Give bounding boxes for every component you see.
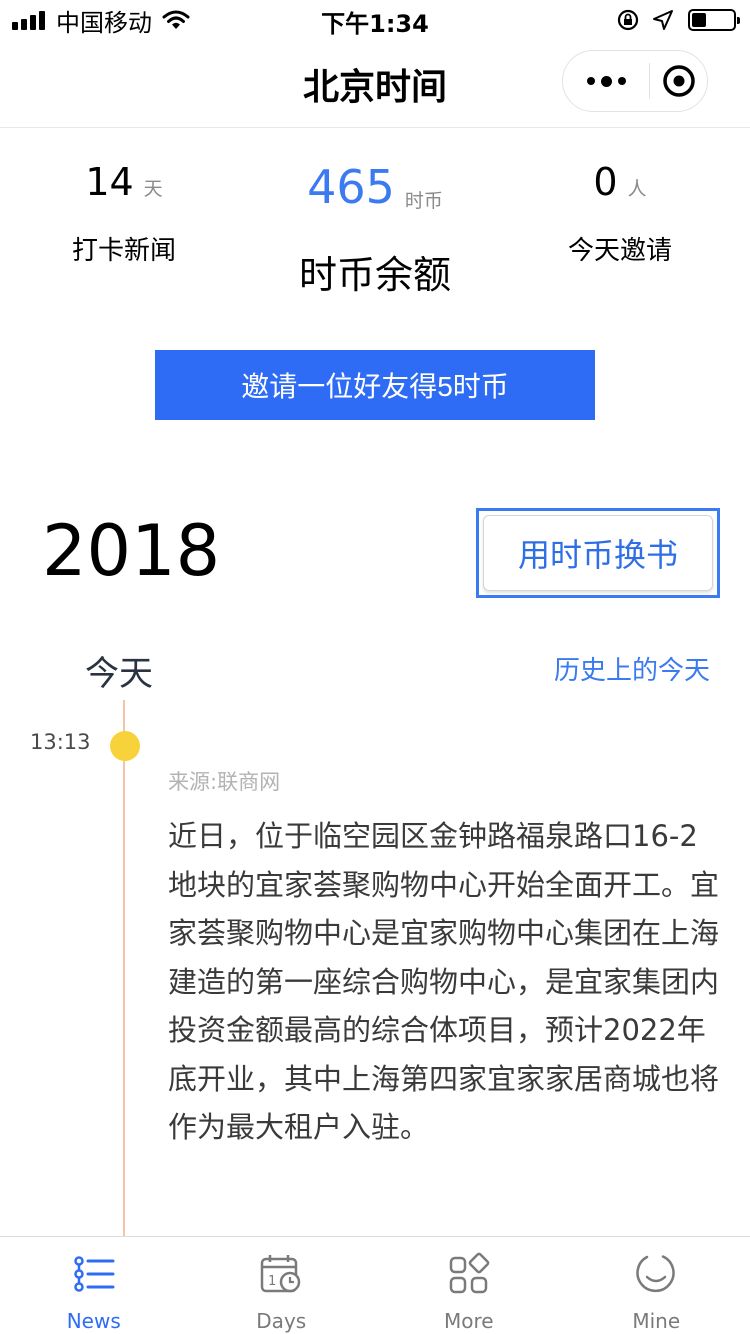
battery-level — [692, 13, 706, 27]
timeline-line — [123, 700, 125, 1240]
tab-more-label: More — [443, 1309, 494, 1333]
year-heading: 2018 — [42, 510, 221, 592]
news-time: 13:13 — [30, 730, 91, 754]
nav-bar: 北京时间 — [0, 40, 750, 128]
dot-icon — [600, 75, 612, 87]
checkin-days-value: 14 — [85, 160, 134, 204]
invites-label: 今天邀请 — [567, 236, 672, 266]
exchange-book-button[interactable]: 用时币换书 — [476, 508, 720, 598]
today-heading: 今天 — [85, 654, 153, 694]
orientation-lock-icon — [617, 9, 639, 31]
list-icon — [74, 1256, 115, 1292]
tab-news[interactable]: News — [0, 1237, 188, 1334]
calendar-icon: 1 — [261, 1255, 301, 1293]
tab-mine[interactable]: Mine — [563, 1237, 750, 1334]
status-bar: 中国移动 下午1:34 — [0, 0, 750, 40]
mini-program-capsule — [562, 50, 708, 112]
app-screen: 中国移动 下午1:34 北京时间 14 天 打卡新闻 465 时币 时币余额 0… — [0, 0, 750, 1334]
status-right — [604, 6, 740, 34]
tab-more[interactable]: More — [375, 1237, 563, 1334]
dot-icon — [617, 77, 626, 85]
tab-bar: News 1 Days More Mine — [0, 1236, 750, 1334]
checkin-label: 打卡新闻 — [71, 236, 176, 266]
balance-label: 时币余额 — [298, 253, 451, 297]
balance-stat: 465 时币 时币余额 — [250, 160, 500, 299]
invites-value: 0 — [593, 160, 618, 204]
target-close-icon — [662, 65, 695, 97]
tab-news-label: News — [66, 1309, 121, 1333]
close-button[interactable] — [650, 50, 707, 112]
grid-icon — [449, 1252, 490, 1294]
balance-unit: 时币 — [404, 190, 443, 212]
invite-friend-button[interactable]: 邀请一位好友得5时币 — [155, 350, 595, 420]
checkin-stat: 14 天 打卡新闻 — [48, 160, 200, 267]
invites-stat: 0人 今天邀请 — [545, 160, 695, 267]
checkin-days-unit: 天 — [143, 178, 163, 200]
exchange-book-label: 用时币换书 — [483, 515, 713, 591]
tab-days-label: Days — [256, 1309, 307, 1333]
dot-icon — [586, 77, 595, 85]
news-source: 来源:联商网 — [168, 770, 281, 794]
battery-icon — [688, 9, 740, 31]
timeline-dot — [110, 731, 140, 761]
svg-text:1: 1 — [268, 1274, 276, 1289]
tab-days[interactable]: 1 Days — [188, 1237, 376, 1334]
news-body[interactable]: 近日，位于临空园区金钟路福泉路口16-2地块的宜家荟聚购物中心开始全面开工。宜家… — [168, 812, 720, 1152]
balance-value: 465 — [307, 160, 395, 214]
location-icon — [653, 10, 673, 30]
more-button[interactable] — [563, 50, 649, 112]
tab-mine-label: Mine — [632, 1309, 681, 1333]
smiley-icon — [636, 1255, 675, 1293]
invites-unit: 人 — [627, 178, 647, 200]
history-today-link[interactable]: 历史上的今天 — [554, 650, 710, 687]
